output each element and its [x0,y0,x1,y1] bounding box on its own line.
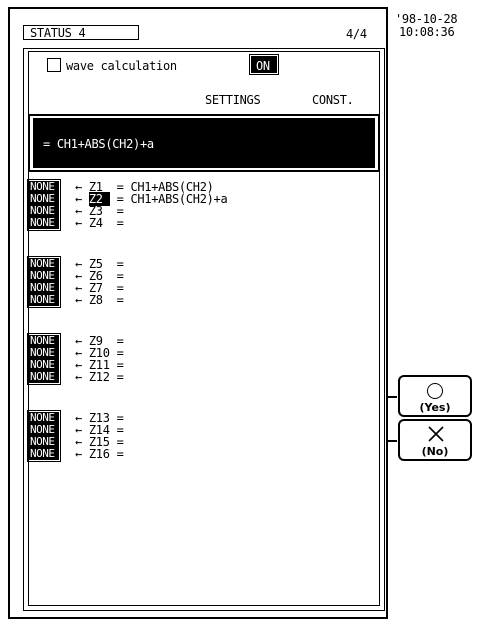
settings-column-label: SETTINGS [205,93,261,107]
no-button-label: (No) [421,445,449,458]
no-button[interactable]: (No) [398,419,472,461]
page-number: 4/4 [346,27,367,41]
z-label: Z16 [88,447,110,461]
const-column-label: CONST. [312,93,354,107]
calc-row[interactable]: ← Z4 = [75,217,124,229]
yes-button-connector [388,396,397,398]
left-arrow-icon: ← [75,293,82,307]
calc-row[interactable]: ← Z12 = [75,371,124,383]
source-tag[interactable]: NONE [29,294,59,306]
z-formula: = [116,216,124,230]
circle-icon [427,383,443,399]
no-button-connector [388,440,397,442]
wave-calculation-label: wave calculation [66,59,177,73]
calc-row[interactable]: ← Z16 = [75,448,124,460]
time-readout: 10:08:36 [399,25,455,39]
source-tag-label: NONE [30,293,55,306]
yes-button[interactable]: (Yes) [398,375,472,417]
wave-calculation-state: ON [256,59,270,73]
wave-calculation-checkbox[interactable] [47,58,61,72]
cross-icon [428,426,444,442]
source-tag[interactable]: NONE [29,448,59,460]
date-readout: '98-10-28 [395,12,458,26]
source-tag[interactable]: NONE [29,371,59,383]
z-formula: = [116,293,124,307]
source-tag-label: NONE [30,447,55,460]
calc-row[interactable]: ← Z8 = [75,294,124,306]
expression-text: = CH1+ABS(CH2)+a [43,137,154,151]
left-arrow-icon: ← [75,216,82,230]
expression-field[interactable]: = CH1+ABS(CH2)+a [33,118,375,168]
left-arrow-icon: ← [75,370,82,384]
page-title: STATUS 4 [30,26,86,40]
z-label: Z12 [88,370,110,384]
z-formula: = CH1+ABS(CH2)+a [116,192,228,206]
source-tag[interactable]: NONE [29,217,59,229]
z-formula: = [116,447,124,461]
z-label: Z4 [88,216,110,230]
z-formula: = [116,370,124,384]
source-tag-label: NONE [30,370,55,383]
yes-button-label: (Yes) [419,401,451,414]
z-label: Z8 [88,293,110,307]
wave-calculation-toggle[interactable]: ON [249,54,279,75]
left-arrow-icon: ← [75,447,82,461]
source-tag-label: NONE [30,216,55,229]
